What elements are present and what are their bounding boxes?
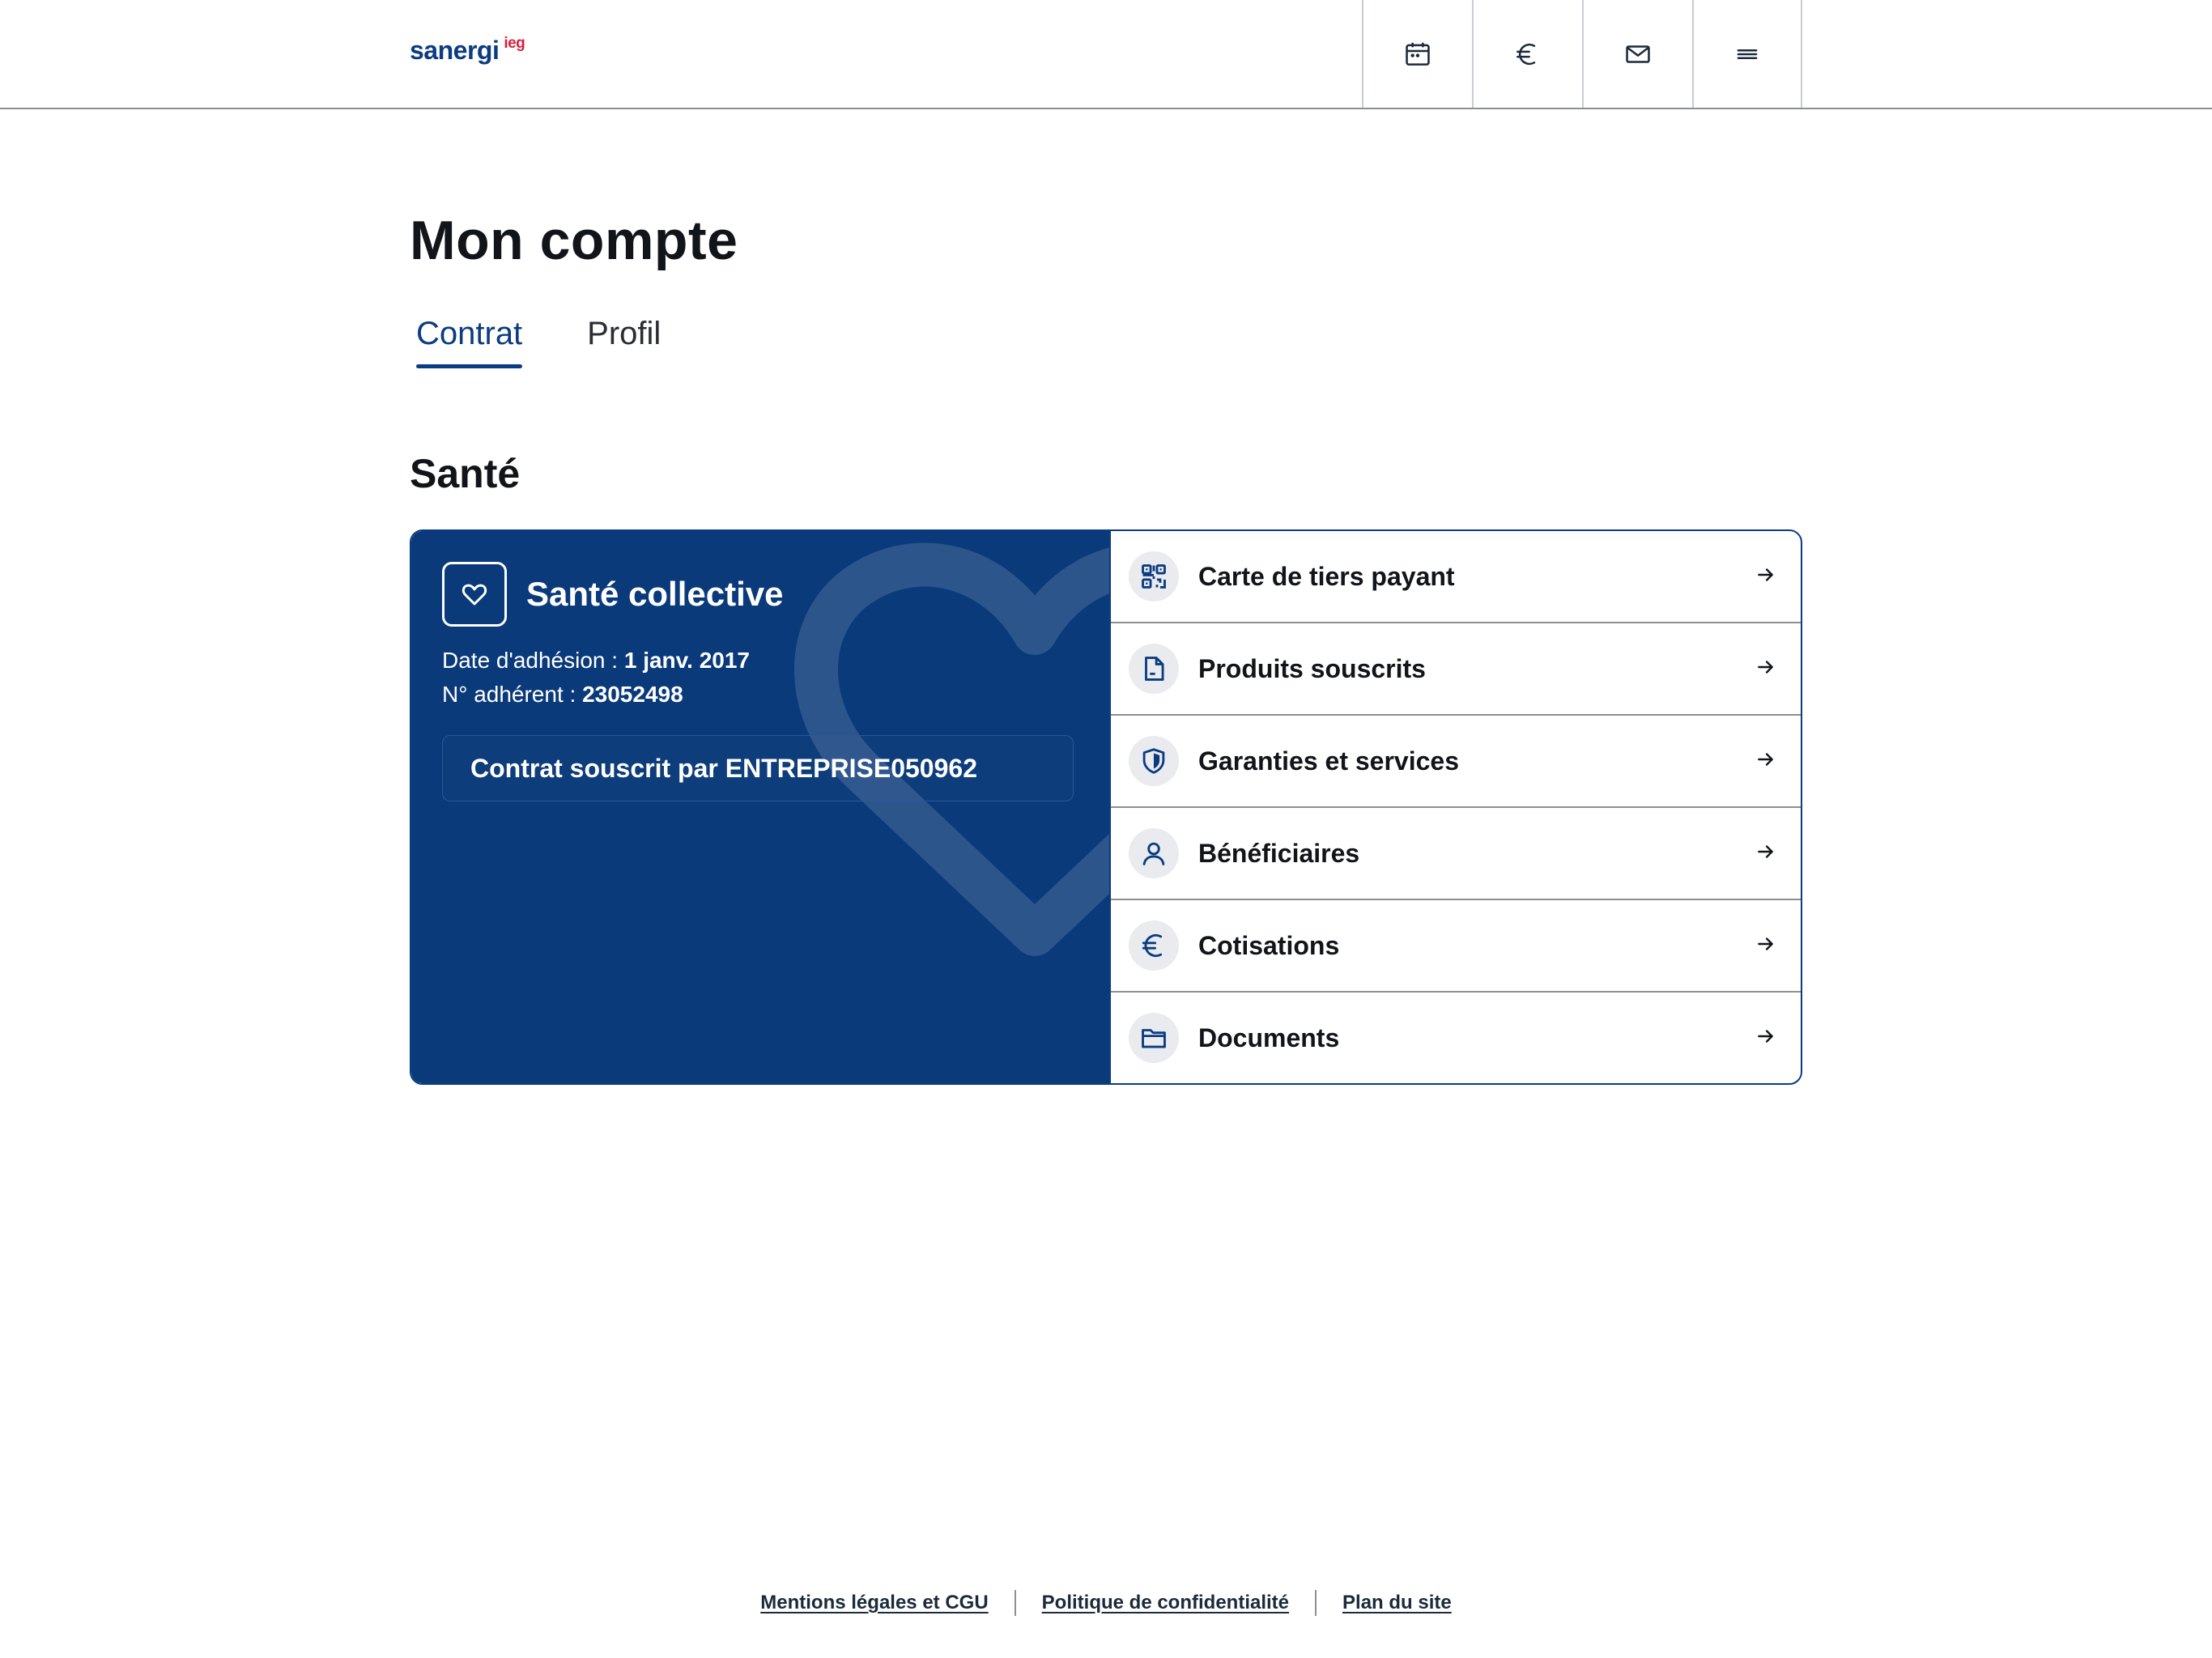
- subscribed-by-box: Contrat souscrit par ENTREPRISE050962: [442, 735, 1074, 801]
- member-number-label: N° adhérent :: [442, 682, 583, 707]
- product-header: Santé collective: [442, 562, 783, 627]
- shield-icon: [1142, 748, 1165, 774]
- euro-icon: [1516, 43, 1536, 65]
- heart-badge: [442, 562, 507, 627]
- logo-text: sanergi: [410, 36, 500, 65]
- mail-icon: [1626, 45, 1650, 63]
- euro-icon: [1142, 933, 1163, 958]
- menu-item-label: Produits souscrits: [1198, 653, 1426, 683]
- header-actions: [1362, 0, 1802, 108]
- menu-item-label: Garanties et services: [1198, 746, 1459, 776]
- tab-profil[interactable]: Profil: [581, 316, 667, 368]
- arrow-right-icon: [1755, 657, 1776, 682]
- footer-separator: [1014, 1590, 1016, 1616]
- contract-menu: Carte de tiers payant Produits souscrits: [1109, 531, 1801, 1083]
- footer-link-confidentialite[interactable]: Politique de confidentialité: [1042, 1592, 1289, 1614]
- sanergi-logo[interactable]: sanergi ieg: [410, 35, 525, 66]
- menu-icon-wrap: [1129, 828, 1179, 878]
- menu-item-label: Bénéficiaires: [1198, 838, 1360, 868]
- footer: Mentions légales et CGU Politique de con…: [0, 1590, 2212, 1616]
- footer-link-mentions-legales[interactable]: Mentions légales et CGU: [760, 1592, 988, 1614]
- menu-item-label: Cotisations: [1198, 930, 1340, 960]
- membership-date-label: Date d'adhésion :: [442, 648, 624, 673]
- user-icon: [1142, 842, 1165, 865]
- contract-summary: Santé collective Date d'adhésion : 1 jan…: [411, 531, 1109, 1083]
- arrow-right-icon: [1755, 749, 1776, 774]
- menu-item-produits-souscrits[interactable]: Produits souscrits: [1111, 623, 1801, 716]
- menu-icon-wrap: [1129, 644, 1179, 694]
- payments-button[interactable]: [1472, 0, 1582, 108]
- menu-item-documents[interactable]: Documents: [1111, 993, 1801, 1083]
- menu-icon: [1737, 49, 1758, 59]
- membership-date-value: 1 janv. 2017: [623, 648, 750, 673]
- menu-item-beneficiaires[interactable]: Bénéficiaires: [1111, 808, 1801, 900]
- heart-icon: [462, 584, 487, 606]
- account-tabs: Contrat Profil: [410, 316, 667, 368]
- menu-icon-wrap: [1129, 920, 1179, 971]
- tab-contrat[interactable]: Contrat: [410, 316, 529, 368]
- arrow-right-icon: [1755, 841, 1776, 866]
- calendar-icon: [1406, 42, 1430, 66]
- calendar-button[interactable]: [1362, 0, 1472, 108]
- menu-item-label: Documents: [1198, 1022, 1340, 1052]
- page-title: Mon compte: [410, 210, 738, 271]
- top-header: sanergi ieg: [0, 0, 2212, 109]
- menu-button[interactable]: [1692, 0, 1802, 108]
- section-title: Santé: [410, 451, 521, 496]
- footer-link-plan-du-site[interactable]: Plan du site: [1342, 1592, 1452, 1614]
- logo-superscript: ieg: [504, 35, 525, 52]
- product-name: Santé collective: [526, 575, 784, 613]
- membership-date: Date d'adhésion : 1 janv. 2017: [442, 648, 750, 674]
- arrow-right-icon: [1755, 1026, 1776, 1051]
- footer-separator: [1315, 1590, 1317, 1616]
- folder-icon: [1142, 1029, 1166, 1048]
- arrow-right-icon: [1755, 564, 1776, 589]
- document-icon: [1145, 657, 1164, 681]
- qr-code-icon: [1142, 564, 1166, 589]
- menu-item-label: Carte de tiers payant: [1198, 561, 1455, 591]
- menu-item-carte-tiers-payant[interactable]: Carte de tiers payant: [1111, 531, 1801, 623]
- menu-icon-wrap: [1129, 551, 1179, 602]
- member-number-value: 23052498: [582, 682, 683, 707]
- menu-icon-wrap: [1129, 736, 1179, 786]
- menu-item-cotisations[interactable]: Cotisations: [1111, 900, 1801, 993]
- arrow-right-icon: [1755, 933, 1776, 959]
- menu-item-garanties-services[interactable]: Garanties et services: [1111, 716, 1801, 808]
- messages-button[interactable]: [1582, 0, 1692, 108]
- menu-icon-wrap: [1129, 1013, 1179, 1063]
- member-number: N° adhérent : 23052498: [442, 682, 683, 708]
- contract-card: Santé collective Date d'adhésion : 1 jan…: [410, 529, 1802, 1085]
